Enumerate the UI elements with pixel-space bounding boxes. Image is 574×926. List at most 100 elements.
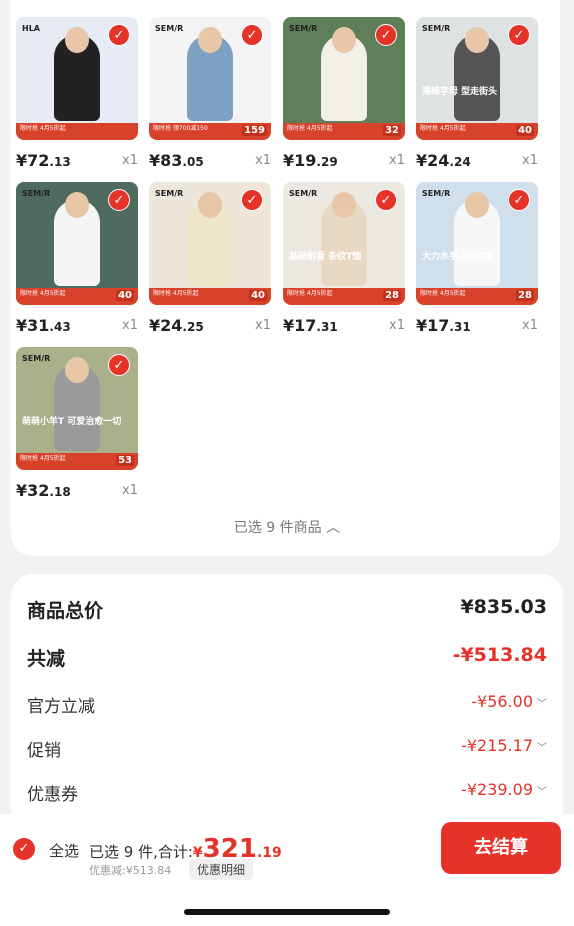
- product-item[interactable]: SEM/R 限时抢 4月5折起 40 ✓ ¥31.43 x1: [16, 182, 138, 346]
- product-item[interactable]: SEM/R 基础耐看 条纹T恤 限时抢 4月5折起 28 ✓ ¥17.31 x1: [283, 182, 405, 346]
- promo-banner-price: 40: [516, 125, 534, 136]
- chevron-up-icon: ︿: [326, 520, 341, 536]
- total-price-label: 商品总价: [27, 600, 104, 622]
- product-price: ¥24.24: [416, 151, 471, 170]
- price-integer: ¥24: [416, 151, 450, 170]
- product-brand-logo: SEM/R: [22, 189, 51, 198]
- promo-banner: 限时抢 4月5折起 28: [283, 288, 405, 305]
- product-brand-logo: SEM/R: [155, 189, 184, 198]
- price-integer: ¥72: [16, 151, 50, 170]
- chevron-down-icon: ﹀: [537, 743, 547, 754]
- coupon-label: 优惠券: [27, 785, 78, 805]
- product-quantity: x1: [522, 318, 538, 333]
- price-decimal: .31: [449, 320, 471, 334]
- check-icon: ✓: [246, 193, 258, 208]
- price-integer: ¥31: [16, 316, 50, 335]
- price-decimal: .43: [49, 320, 71, 334]
- selected-summary-label: 已选 9 件,合计:: [89, 843, 193, 861]
- chevron-down-icon: ﹀: [537, 787, 547, 798]
- product-model-head: [332, 27, 356, 53]
- product-item[interactable]: SEM/R 限时抢 4月5折起 40 ✓ ¥24.25 x1: [149, 182, 271, 346]
- product-quantity: x1: [255, 318, 271, 333]
- product-model-head: [65, 27, 89, 53]
- product-select-checkbox[interactable]: ✓: [108, 24, 130, 46]
- product-quantity: x1: [522, 153, 538, 168]
- product-price: ¥83.05: [149, 151, 204, 170]
- product-quantity: x1: [122, 483, 138, 498]
- product-model-head: [65, 357, 89, 383]
- product-quantity: x1: [122, 153, 138, 168]
- product-brand-logo: SEM/R: [155, 24, 184, 33]
- price-integer: ¥83: [149, 151, 183, 170]
- promotion-label: 促销: [27, 741, 61, 761]
- price-summary-card: 商品总价 ¥835.03 共减 -¥513.84 官方立减 -¥56.00 ﹀ 促…: [11, 574, 563, 836]
- promo-banner: 限时抢 4月5折起 53: [16, 453, 138, 470]
- price-decimal: .18: [49, 485, 71, 499]
- select-all-checkbox[interactable]: ✓: [13, 838, 35, 860]
- product-price: ¥17.31: [416, 316, 471, 335]
- check-icon: ✓: [113, 193, 125, 208]
- product-select-checkbox[interactable]: ✓: [508, 189, 530, 211]
- promo-banner-text: 限时抢 领700减150: [153, 125, 208, 132]
- product-item[interactable]: HLA 限时抢 4月5折起 ✓ ¥72.13 x1: [16, 17, 138, 181]
- product-price: ¥32.18: [16, 481, 71, 500]
- product-tagline: 大力水手 印花T恤: [422, 252, 495, 262]
- price-decimal: .24: [449, 155, 471, 169]
- select-all-label[interactable]: 全选: [49, 840, 79, 861]
- price-decimal: .29: [316, 155, 338, 169]
- product-tagline: 潮感字母 型走街头: [422, 87, 498, 97]
- product-price: ¥17.31: [283, 316, 338, 335]
- check-icon: ✓: [380, 193, 392, 208]
- product-brand-logo: SEM/R: [22, 354, 51, 363]
- promo-banner-price: 28: [383, 290, 401, 301]
- official-discount-label: 官方立减: [27, 697, 95, 717]
- product-item[interactable]: SEM/R 潮感字母 型走街头 限时抢 4月5折起 40 ✓ ¥24.24 x1: [416, 17, 538, 181]
- product-tagline: 基础耐看 条纹T恤: [289, 252, 362, 262]
- check-icon: ✓: [18, 841, 30, 856]
- home-indicator[interactable]: [184, 909, 390, 915]
- coupon-value: -¥239.09: [461, 780, 533, 799]
- product-item[interactable]: SEM/R 萌萌小羊T 可爱治愈一切 限时抢 4月5折起 53 ✓ ¥32.18…: [16, 347, 138, 511]
- product-select-checkbox[interactable]: ✓: [108, 354, 130, 376]
- promo-banner-price: 53: [116, 455, 134, 466]
- product-quantity: x1: [255, 153, 271, 168]
- price-decimal: .31: [316, 320, 338, 334]
- product-brand-logo: SEM/R: [422, 189, 451, 198]
- product-price: ¥19.29: [283, 151, 338, 170]
- selected-products-toggle[interactable]: 已选 9 件商品 ︿: [0, 517, 574, 537]
- promo-banner-price: 40: [116, 290, 134, 301]
- promo-banner-price: 159: [242, 125, 267, 136]
- check-icon: ✓: [113, 358, 125, 373]
- product-select-checkbox[interactable]: ✓: [508, 24, 530, 46]
- promo-banner: 限时抢 4月5折起 32: [283, 123, 405, 140]
- promo-banner-text: 限时抢 4月5折起: [20, 125, 66, 132]
- price-integer: ¥24: [149, 316, 183, 335]
- checkout-button[interactable]: 去结算: [441, 822, 561, 874]
- promo-banner: 限时抢 4月5折起 28: [416, 288, 538, 305]
- promo-banner-text: 限时抢 4月5折起: [287, 125, 333, 132]
- product-price: ¥24.25: [149, 316, 204, 335]
- checkout-bar: ✓ 全选 已选 9 件,合计:¥321.19 优惠减:¥513.84 优惠明细 …: [0, 814, 574, 926]
- product-select-checkbox[interactable]: ✓: [241, 189, 263, 211]
- product-brand-logo: SEM/R: [289, 189, 318, 198]
- promo-banner-price: 32: [383, 125, 401, 136]
- product-select-checkbox[interactable]: ✓: [108, 189, 130, 211]
- product-model-head: [65, 192, 89, 218]
- check-icon: ✓: [513, 28, 525, 43]
- price-integer: ¥19: [283, 151, 317, 170]
- price-integer: ¥32: [16, 481, 50, 500]
- promo-banner-price: 40: [249, 290, 267, 301]
- discount-detail-button[interactable]: 优惠明细: [189, 859, 254, 880]
- product-item[interactable]: SEM/R 限时抢 4月5折起 32 ✓ ¥19.29 x1: [283, 17, 405, 181]
- check-icon: ✓: [380, 28, 392, 43]
- promo-banner-text: 限时抢 4月5折起: [287, 290, 333, 297]
- product-item[interactable]: SEM/R 限时抢 领700减150 159 ✓ ¥83.05 x1: [149, 17, 271, 181]
- promo-banner: 限时抢 4月5折起 40: [416, 123, 538, 140]
- price-decimal: .13: [49, 155, 71, 169]
- product-select-checkbox[interactable]: ✓: [375, 24, 397, 46]
- promo-banner: 限时抢 领700减150 159: [149, 123, 271, 140]
- order-total: 已选 9 件,合计:¥321.19: [89, 834, 282, 864]
- product-select-checkbox[interactable]: ✓: [375, 189, 397, 211]
- product-item[interactable]: SEM/R 大力水手 印花T恤 限时抢 4月5折起 28 ✓ ¥17.31 x1: [416, 182, 538, 346]
- product-select-checkbox[interactable]: ✓: [241, 24, 263, 46]
